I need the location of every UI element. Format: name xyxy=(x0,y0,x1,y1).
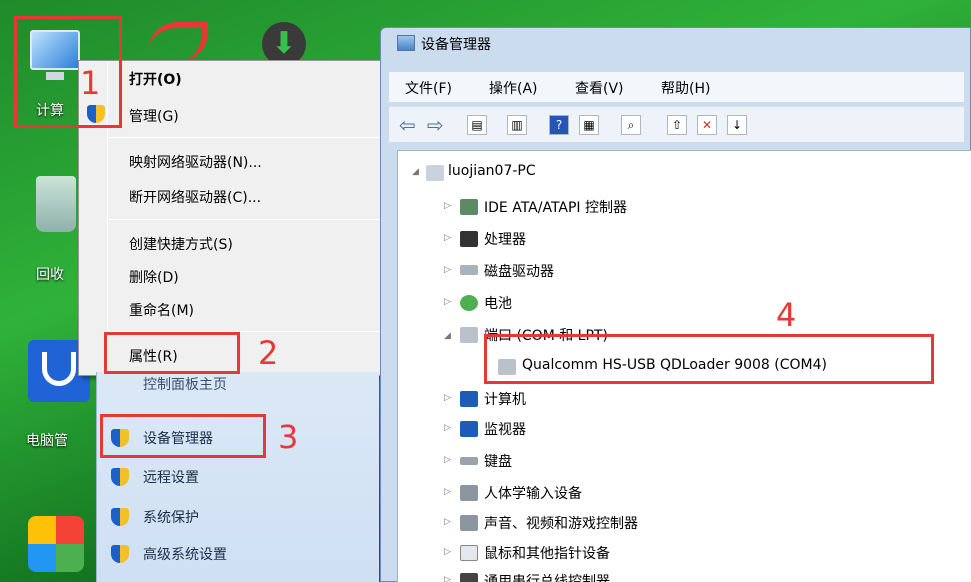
annotation-box-3 xyxy=(100,414,266,458)
tree-node-sound[interactable]: 声音、视频和游戏控制器 xyxy=(484,513,638,533)
uninstall-icon[interactable]: ✕ xyxy=(697,115,717,135)
menu-item-disconnect-drive[interactable]: 断开网络驱动器(C)... xyxy=(129,187,261,207)
expand-arrow-icon[interactable]: ▷ xyxy=(444,487,451,497)
expand-arrow-icon[interactable]: ▷ xyxy=(444,575,451,582)
processor-icon xyxy=(460,231,478,247)
tree-node-monitor[interactable]: 监视器 xyxy=(484,419,526,439)
link-remote-settings[interactable]: 远程设置 xyxy=(143,467,199,487)
hid-icon xyxy=(460,485,478,501)
device-manager-window: 设备管理器 文件(F) 操作(A) 查看(V) 帮助(H) ⇦ ⇨ ▤ ▥ ? … xyxy=(380,27,971,582)
menu-item-manage[interactable]: 管理(G) xyxy=(129,106,179,126)
tree-node-processor[interactable]: 处理器 xyxy=(484,229,526,249)
expand-arrow-icon[interactable]: ▷ xyxy=(444,233,451,243)
tree-node-computer[interactable]: 计算机 xyxy=(484,389,526,409)
usb-icon xyxy=(460,573,478,582)
expand-arrow-icon[interactable]: ▷ xyxy=(444,517,451,527)
device-manager-title-icon xyxy=(397,35,415,51)
tree-node-ide[interactable]: IDE ATA/ATAPI 控制器 xyxy=(484,197,627,217)
red-app-icon xyxy=(148,22,208,62)
disk-drive-icon xyxy=(460,265,478,275)
tree-node-mouse[interactable]: 鼠标和其他指针设备 xyxy=(484,543,610,563)
menu-action[interactable]: 操作(A) xyxy=(489,78,538,98)
expand-arrow-icon[interactable]: ▷ xyxy=(444,423,451,433)
expand-arrow-icon[interactable]: ▷ xyxy=(444,265,451,275)
menu-view[interactable]: 查看(V) xyxy=(575,78,624,98)
ide-controller-icon xyxy=(460,199,478,215)
menu-item-create-shortcut[interactable]: 创建快捷方式(S) xyxy=(129,234,233,254)
collapse-arrow-icon[interactable]: ◢ xyxy=(444,331,451,341)
page-icon[interactable]: ▥ xyxy=(507,115,527,135)
tree-node-usb[interactable]: 通用串行总线控制器 xyxy=(484,571,610,582)
mouse-icon xyxy=(460,545,478,561)
menu-separator xyxy=(109,137,381,138)
tree-node-keyboard[interactable]: 键盘 xyxy=(484,451,512,471)
menu-item-rename[interactable]: 重命名(M) xyxy=(129,300,194,320)
details-icon[interactable]: ▦ xyxy=(579,115,599,135)
help-icon[interactable]: ? xyxy=(549,115,569,135)
tree-node-battery[interactable]: 电池 xyxy=(484,293,512,313)
monitor-category-icon xyxy=(460,421,478,437)
menu-item-delete[interactable]: 删除(D) xyxy=(129,267,179,287)
window-title: 设备管理器 xyxy=(421,37,491,53)
annotation-number-1: 1 xyxy=(80,64,101,102)
expand-arrow-icon[interactable]: ▷ xyxy=(444,455,451,465)
context-menu: 打开(O) 管理(G) 映射网络驱动器(N)... 断开网络驱动器(C)... … xyxy=(78,60,384,376)
computer-node-icon xyxy=(426,165,444,181)
battery-icon xyxy=(460,295,478,311)
uac-shield-icon xyxy=(111,468,129,486)
uac-shield-icon xyxy=(111,508,129,526)
port-icon xyxy=(460,327,478,343)
menu-file[interactable]: 文件(F) xyxy=(405,78,452,98)
expand-arrow-icon[interactable]: ▷ xyxy=(444,393,451,403)
recycle-bin-icon[interactable] xyxy=(36,176,76,232)
control-panel-pane: 控制面板主页 设备管理器 远程设置 系统保护 高级系统设置 xyxy=(96,372,379,582)
toolbar: ⇦ ⇨ ▤ ▥ ? ▦ ⌕ ⇧ ✕ ↓ xyxy=(389,106,964,142)
uac-shield-icon xyxy=(111,545,129,563)
control-panel-home-link[interactable]: 控制面板主页 xyxy=(143,374,227,394)
enable-device-icon[interactable]: ↓ xyxy=(727,115,747,135)
computer-category-icon xyxy=(460,391,478,407)
colorful-app-icon[interactable] xyxy=(28,516,84,572)
menu-item-map-drive[interactable]: 映射网络驱动器(N)... xyxy=(129,152,262,172)
link-advanced-settings[interactable]: 高级系统设置 xyxy=(143,544,227,564)
menu-help[interactable]: 帮助(H) xyxy=(661,78,710,98)
sound-icon xyxy=(460,515,478,531)
annotation-number-4: 4 xyxy=(776,296,797,334)
keyboard-icon xyxy=(460,457,478,465)
update-driver-icon[interactable]: ⇧ xyxy=(667,115,687,135)
expand-arrow-icon[interactable]: ▷ xyxy=(444,297,451,307)
collapse-arrow-icon[interactable]: ◢ xyxy=(412,167,419,177)
menu-item-open[interactable]: 打开(O) xyxy=(129,69,182,89)
tree-node-disk[interactable]: 磁盘驱动器 xyxy=(484,261,554,281)
tree-root[interactable]: luojian07-PC xyxy=(448,163,536,179)
annotation-number-2: 2 xyxy=(258,334,279,372)
properties-view-icon[interactable]: ▤ xyxy=(467,115,487,135)
menu-separator xyxy=(109,219,381,220)
annotation-box-2 xyxy=(104,332,240,374)
annotation-number-3: 3 xyxy=(278,418,299,456)
scan-hardware-icon[interactable]: ⌕ xyxy=(621,115,641,135)
forward-icon[interactable]: ⇨ xyxy=(427,113,444,137)
tree-node-hid[interactable]: 人体学输入设备 xyxy=(484,483,582,503)
expand-arrow-icon[interactable]: ▷ xyxy=(444,201,451,211)
back-icon[interactable]: ⇦ xyxy=(399,113,416,137)
annotation-box-1 xyxy=(14,16,122,128)
link-system-protection[interactable]: 系统保护 xyxy=(143,507,199,527)
annotation-box-4 xyxy=(484,334,934,384)
expand-arrow-icon[interactable]: ▷ xyxy=(444,547,451,557)
menu-bar: 文件(F) 操作(A) 查看(V) 帮助(H) xyxy=(389,72,964,102)
